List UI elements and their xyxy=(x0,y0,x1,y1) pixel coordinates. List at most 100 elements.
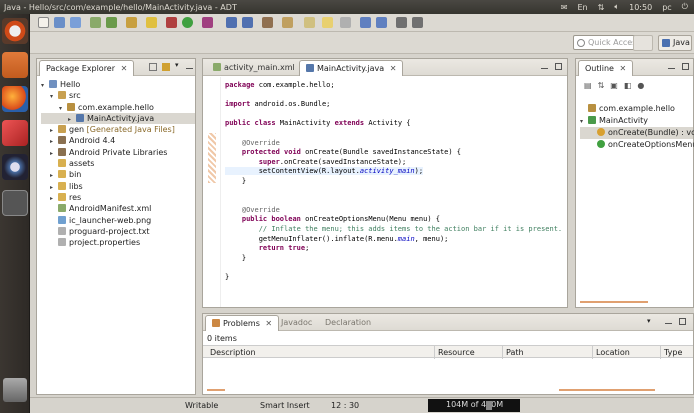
code-line[interactable]: } xyxy=(225,177,246,185)
new-android-app-icon[interactable] xyxy=(146,17,157,28)
network-icon[interactable]: ⇅ xyxy=(598,3,605,12)
files-icon[interactable] xyxy=(2,52,28,78)
debug-icon[interactable] xyxy=(166,17,177,28)
tab-outline[interactable]: Outline ✕ xyxy=(578,60,634,76)
open-type-icon[interactable] xyxy=(262,17,273,28)
close-icon[interactable]: ✕ xyxy=(620,64,627,73)
link-editor-icon[interactable] xyxy=(162,63,170,71)
previous-annotation-icon[interactable] xyxy=(376,17,387,28)
tree-item[interactable]: proguard-project.txt xyxy=(41,226,195,237)
tree-item[interactable]: ▸ res xyxy=(41,192,195,203)
code-line[interactable]: protected void onCreate(Bundle savedInst… xyxy=(225,148,461,156)
tree-item[interactable]: ▸ libs xyxy=(41,181,195,192)
code-line[interactable]: @Override xyxy=(225,139,280,147)
back-icon[interactable] xyxy=(396,17,407,28)
minimize-icon[interactable] xyxy=(541,68,548,70)
workspace-switcher-icon[interactable] xyxy=(2,190,28,216)
code-line[interactable]: package com.example.hello; xyxy=(225,81,335,89)
code-line[interactable]: @Override xyxy=(225,206,280,214)
volume-icon[interactable]: 🔈︎ xyxy=(614,2,619,12)
tree-item[interactable]: ▸ bin xyxy=(41,169,195,180)
problems-scrollbar-right[interactable] xyxy=(559,389,655,391)
collapse-all-icon[interactable] xyxy=(149,63,157,71)
annotation-icon[interactable] xyxy=(304,17,315,28)
minimize-icon[interactable] xyxy=(186,68,193,70)
forward-icon[interactable] xyxy=(412,17,423,28)
close-icon[interactable]: ✕ xyxy=(390,64,397,73)
heap-status[interactable]: 104M of 490M xyxy=(428,399,520,412)
code-line[interactable]: } xyxy=(225,254,246,262)
android-sdk-icon[interactable] xyxy=(90,17,101,28)
next-annotation-icon[interactable] xyxy=(360,17,371,28)
external-tools-icon[interactable] xyxy=(202,17,213,28)
view-menu-icon[interactable]: ▾ xyxy=(647,317,651,325)
close-icon[interactable]: ✕ xyxy=(265,319,272,328)
tree-item[interactable]: ▸ Android 4.4 xyxy=(41,135,195,146)
column-description[interactable]: Description xyxy=(207,346,435,359)
sort-icon[interactable]: ⇅ xyxy=(598,81,611,90)
tree-item[interactable]: assets xyxy=(41,158,195,169)
tree-item[interactable]: ▸ MainActivity.java xyxy=(41,112,195,125)
code-line[interactable]: } xyxy=(225,273,229,281)
clock[interactable]: 10:50 xyxy=(629,3,652,12)
search-icon[interactable] xyxy=(282,17,293,28)
run-icon[interactable] xyxy=(182,17,193,28)
tree-item[interactable]: ▾ com.example.hello xyxy=(41,102,195,113)
show-whitespace-icon[interactable] xyxy=(340,17,351,28)
code-line[interactable]: super.onCreate(savedInstanceState); xyxy=(225,158,407,166)
hide-static-icon[interactable]: ◧ xyxy=(624,81,638,90)
tab-javadoc[interactable]: Javadoc xyxy=(275,315,318,331)
save-icon[interactable] xyxy=(54,17,65,28)
tree-item[interactable]: onCreateOptionsMenu xyxy=(580,139,694,151)
maximize-icon[interactable] xyxy=(682,63,689,70)
column-path[interactable]: Path xyxy=(503,346,593,359)
tree-item[interactable]: ▾ src xyxy=(41,90,195,101)
tab-package-explorer[interactable]: Package Explorer ✕ xyxy=(39,60,135,76)
tree-item[interactable]: onCreate(Bundle) : voi xyxy=(580,127,694,139)
new-package-icon[interactable] xyxy=(242,17,253,28)
new-icon[interactable] xyxy=(38,17,49,28)
expand-toggle-icon[interactable]: ▾ xyxy=(580,116,588,127)
code-line[interactable]: getMenuInflater().inflate(R.menu.main, m… xyxy=(225,235,449,243)
code-editor[interactable]: package com.example.hello; import android… xyxy=(203,77,567,307)
eclipse-icon[interactable] xyxy=(2,154,28,180)
maximize-icon[interactable] xyxy=(555,63,562,70)
column-location[interactable]: Location xyxy=(593,346,661,359)
tab-main-activity-java[interactable]: MainActivity.java ✕ xyxy=(299,60,404,76)
tree-item[interactable]: ▸ Android Private Libraries xyxy=(41,147,195,158)
column-resource[interactable]: Resource xyxy=(435,346,503,359)
tab-declaration[interactable]: Declaration xyxy=(319,315,377,331)
close-icon[interactable]: ✕ xyxy=(121,64,128,73)
software-center-icon[interactable] xyxy=(2,120,28,146)
maximize-icon[interactable] xyxy=(679,318,686,325)
garbage-collect-icon[interactable] xyxy=(486,401,492,410)
code-line[interactable]: import android.os.Bundle; xyxy=(225,100,330,108)
user-name[interactable]: pc xyxy=(662,3,671,12)
problems-scrollbar-left[interactable] xyxy=(207,389,225,391)
open-perspective-button[interactable] xyxy=(633,35,653,51)
code-line[interactable]: // Inflate the menu; this adds items to … xyxy=(225,225,562,233)
save-all-icon[interactable] xyxy=(70,17,81,28)
tree-item[interactable]: AndroidManifest.xml xyxy=(41,203,195,214)
email-icon[interactable]: ✉ xyxy=(561,3,568,12)
tree-item[interactable]: com.example.hello xyxy=(580,103,693,115)
avd-manager-icon[interactable] xyxy=(106,17,117,28)
language-indicator[interactable]: En xyxy=(577,3,587,12)
tree-item[interactable]: ▾ Hello xyxy=(41,79,195,90)
hide-non-public-icon[interactable]: ● xyxy=(637,81,650,90)
tree-item[interactable]: ▸ gen [Generated Java Files] xyxy=(41,124,195,135)
tab-activity-main-xml[interactable]: activity_main.xml xyxy=(207,60,301,76)
java-perspective-button[interactable]: Java xyxy=(658,35,692,51)
tree-item[interactable]: ic_launcher-web.png xyxy=(41,215,195,226)
outline-scrollbar[interactable] xyxy=(580,301,648,303)
view-menu-icon[interactable]: ▾ xyxy=(175,61,179,69)
tree-item[interactable]: project.properties xyxy=(41,237,195,248)
lint-icon[interactable] xyxy=(126,17,137,28)
code-line[interactable]: public class MainActivity extends Activi… xyxy=(225,119,410,127)
column-type[interactable]: Type xyxy=(661,346,693,359)
code-line[interactable]: setContentView(R.layout.activity_main); xyxy=(225,167,424,176)
toggle-mark-occurrences-icon[interactable] xyxy=(322,17,333,28)
minimize-icon[interactable] xyxy=(665,323,672,325)
power-icon[interactable]: ⏻ xyxy=(682,2,688,12)
firefox-icon[interactable] xyxy=(2,86,28,112)
